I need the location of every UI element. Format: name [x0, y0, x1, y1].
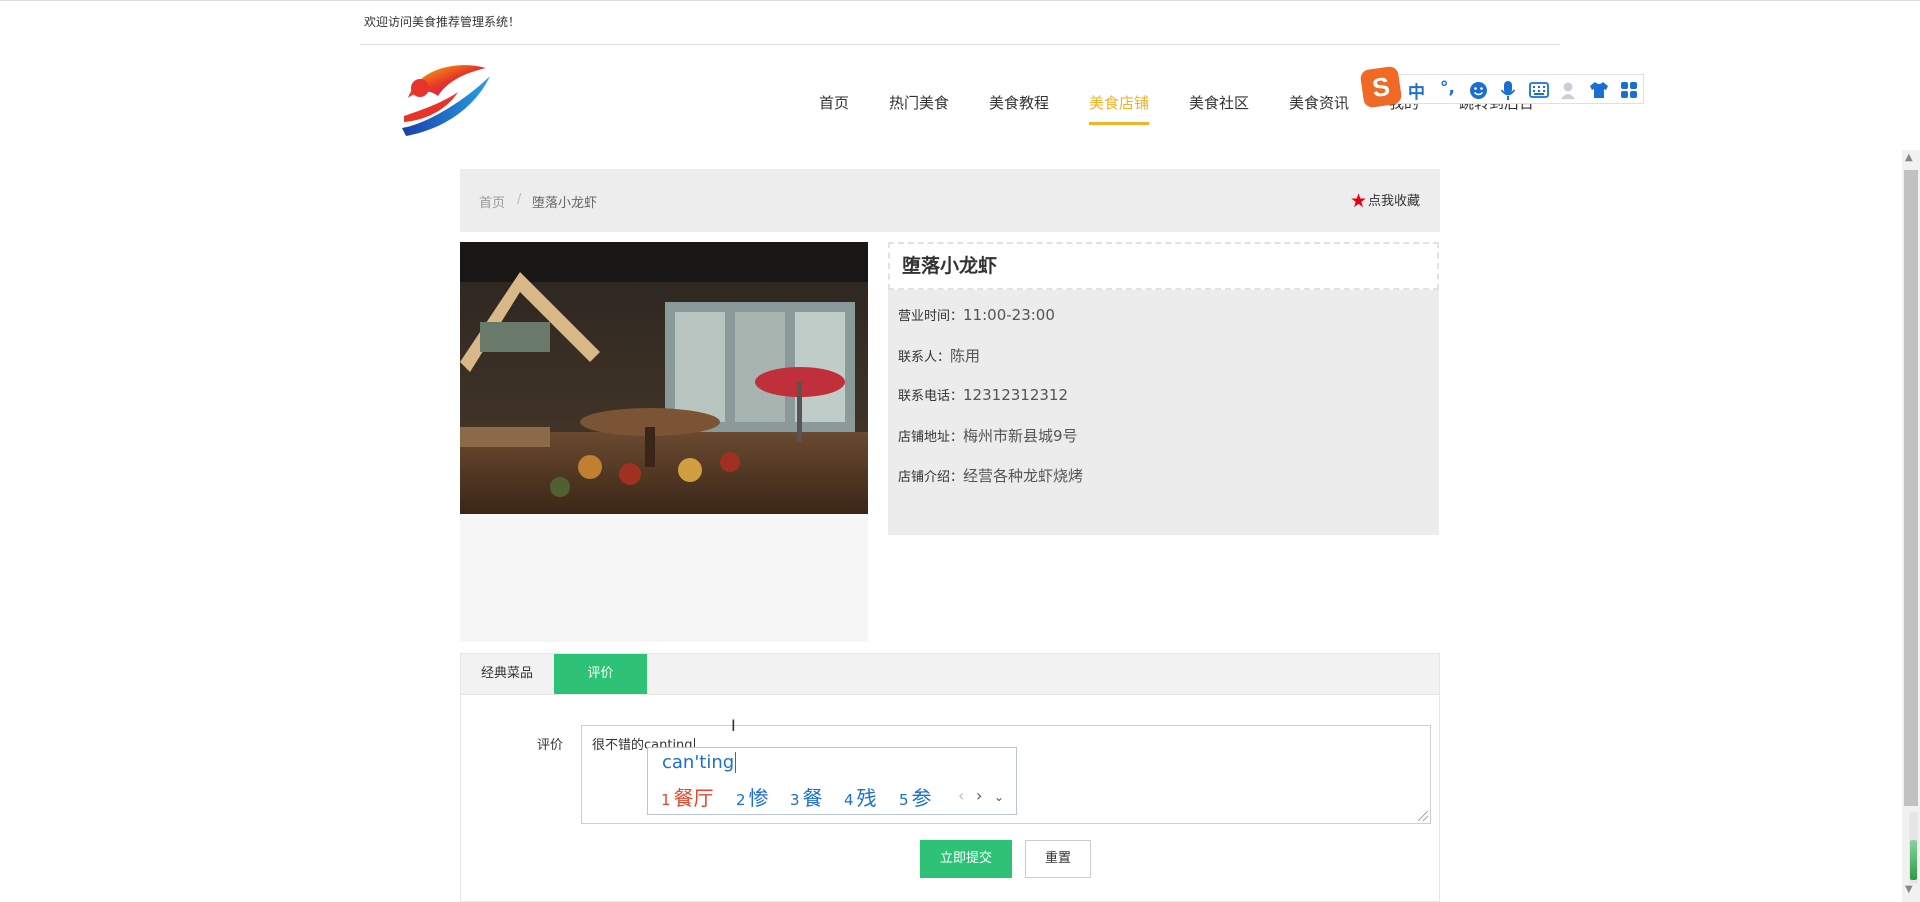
- ime-chinese-mode-button[interactable]: 中: [1408, 78, 1425, 103]
- info-value: 梅州市新县城9号: [963, 427, 1078, 445]
- breadcrumb: 首页 / 堕落小龙虾 ★点我收藏: [460, 169, 1440, 232]
- favorite-label: 点我收藏: [1367, 194, 1420, 209]
- nav-home[interactable]: 首页: [819, 92, 849, 124]
- emoji-icon[interactable]: [1469, 81, 1488, 100]
- nav-food-tutorial[interactable]: 美食教程: [989, 92, 1049, 124]
- ime-candidate[interactable]: 1 餐厅: [661, 782, 714, 811]
- info-value: 11:00-23:00: [963, 306, 1055, 324]
- volume-meter-icon: [1909, 812, 1918, 884]
- info-label: 联系电话：: [898, 389, 964, 404]
- ime-candidate[interactable]: 4残: [844, 782, 877, 811]
- info-label: 联系人：: [898, 350, 951, 365]
- sogou-logo-icon[interactable]: S: [1359, 65, 1403, 109]
- shop-info-panel: 堕落小龙虾 营业时间：11:00-23:00 联系人：陈用 联系电话：12312…: [888, 242, 1439, 535]
- favorite-button[interactable]: ★点我收藏: [1350, 190, 1420, 212]
- info-value: 经营各种龙虾烧烤: [963, 467, 1084, 485]
- top-border: [0, 0, 1920, 1]
- shop-photo-panel: [460, 242, 868, 642]
- skin-shirt-icon[interactable]: [1589, 81, 1609, 99]
- ime-candidate[interactable]: 5参: [899, 782, 932, 811]
- comment-label: 评价: [537, 738, 564, 753]
- info-label: 营业时间：: [898, 309, 964, 324]
- info-row-contact: 联系人：陈用: [898, 345, 980, 366]
- tab-reviews[interactable]: 评价: [554, 654, 647, 694]
- info-row-phone: 联系电话：12312312312: [898, 385, 1068, 404]
- header-divider: [360, 44, 1560, 45]
- info-label: 店铺介绍：: [898, 470, 964, 485]
- ime-candidate[interactable]: 3餐: [790, 782, 823, 811]
- ime-candidate[interactable]: 2惨: [736, 782, 769, 811]
- breadcrumb-home[interactable]: 首页: [479, 192, 505, 211]
- user-account-icon[interactable]: [1560, 81, 1578, 100]
- microphone-icon[interactable]: [1500, 80, 1516, 101]
- scrollbar-thumb[interactable]: [1904, 170, 1918, 806]
- info-value: 陈用: [950, 347, 981, 365]
- shop-photo: [460, 242, 868, 514]
- shop-title: 堕落小龙虾: [888, 242, 1439, 290]
- reset-button[interactable]: 重置: [1025, 840, 1091, 878]
- ime-punctuation-button[interactable]: °,: [1440, 78, 1455, 98]
- ime-next-page-icon[interactable]: ›: [976, 786, 982, 805]
- welcome-text: 欢迎访问美食推荐管理系统！: [364, 15, 521, 29]
- star-icon: ★: [1349, 190, 1367, 212]
- info-row-address: 店铺地址：梅州市新县城9号: [898, 425, 1078, 446]
- ime-prev-page-icon[interactable]: ‹: [958, 786, 964, 805]
- tabs-header: 经典菜品 评价: [461, 654, 1439, 695]
- textarea-resize-handle[interactable]: [1418, 811, 1428, 821]
- tab-classic-dishes[interactable]: 经典菜品: [461, 654, 553, 694]
- scroll-down-arrow-icon[interactable]: ▼: [1905, 884, 1913, 895]
- ime-expand-icon[interactable]: ⌄: [994, 790, 1004, 804]
- nav-hot-food[interactable]: 热门美食: [889, 92, 949, 124]
- ibeam-cursor-icon: I: [731, 716, 736, 735]
- nav-food-shops[interactable]: 美食店铺: [1089, 92, 1150, 125]
- nav-food-community[interactable]: 美食社区: [1189, 92, 1249, 124]
- keyboard-icon[interactable]: [1529, 82, 1549, 98]
- info-row-hours: 营业时间：11:00-23:00: [898, 305, 1055, 324]
- breadcrumb-current: 堕落小龙虾: [532, 196, 598, 211]
- breadcrumb-separator: /: [517, 192, 522, 207]
- ime-candidate-popup: can'ting​ 1餐厅 2惨 3餐 4残 5参 ‹ › ⌄: [647, 747, 1017, 815]
- info-value: 12312312312: [963, 386, 1068, 404]
- info-label: 店铺地址：: [898, 430, 964, 445]
- scroll-up-arrow-icon[interactable]: ▲: [1905, 152, 1913, 163]
- site-logo[interactable]: [398, 58, 494, 138]
- nav-food-news[interactable]: 美食资讯: [1289, 92, 1349, 124]
- info-row-intro: 店铺介绍：经营各种龙虾烧烤: [898, 465, 1083, 486]
- toolbox-grid-icon[interactable]: [1620, 81, 1638, 99]
- submit-button[interactable]: 立即提交: [920, 840, 1012, 878]
- ime-pinyin-input: can'ting​: [662, 752, 737, 773]
